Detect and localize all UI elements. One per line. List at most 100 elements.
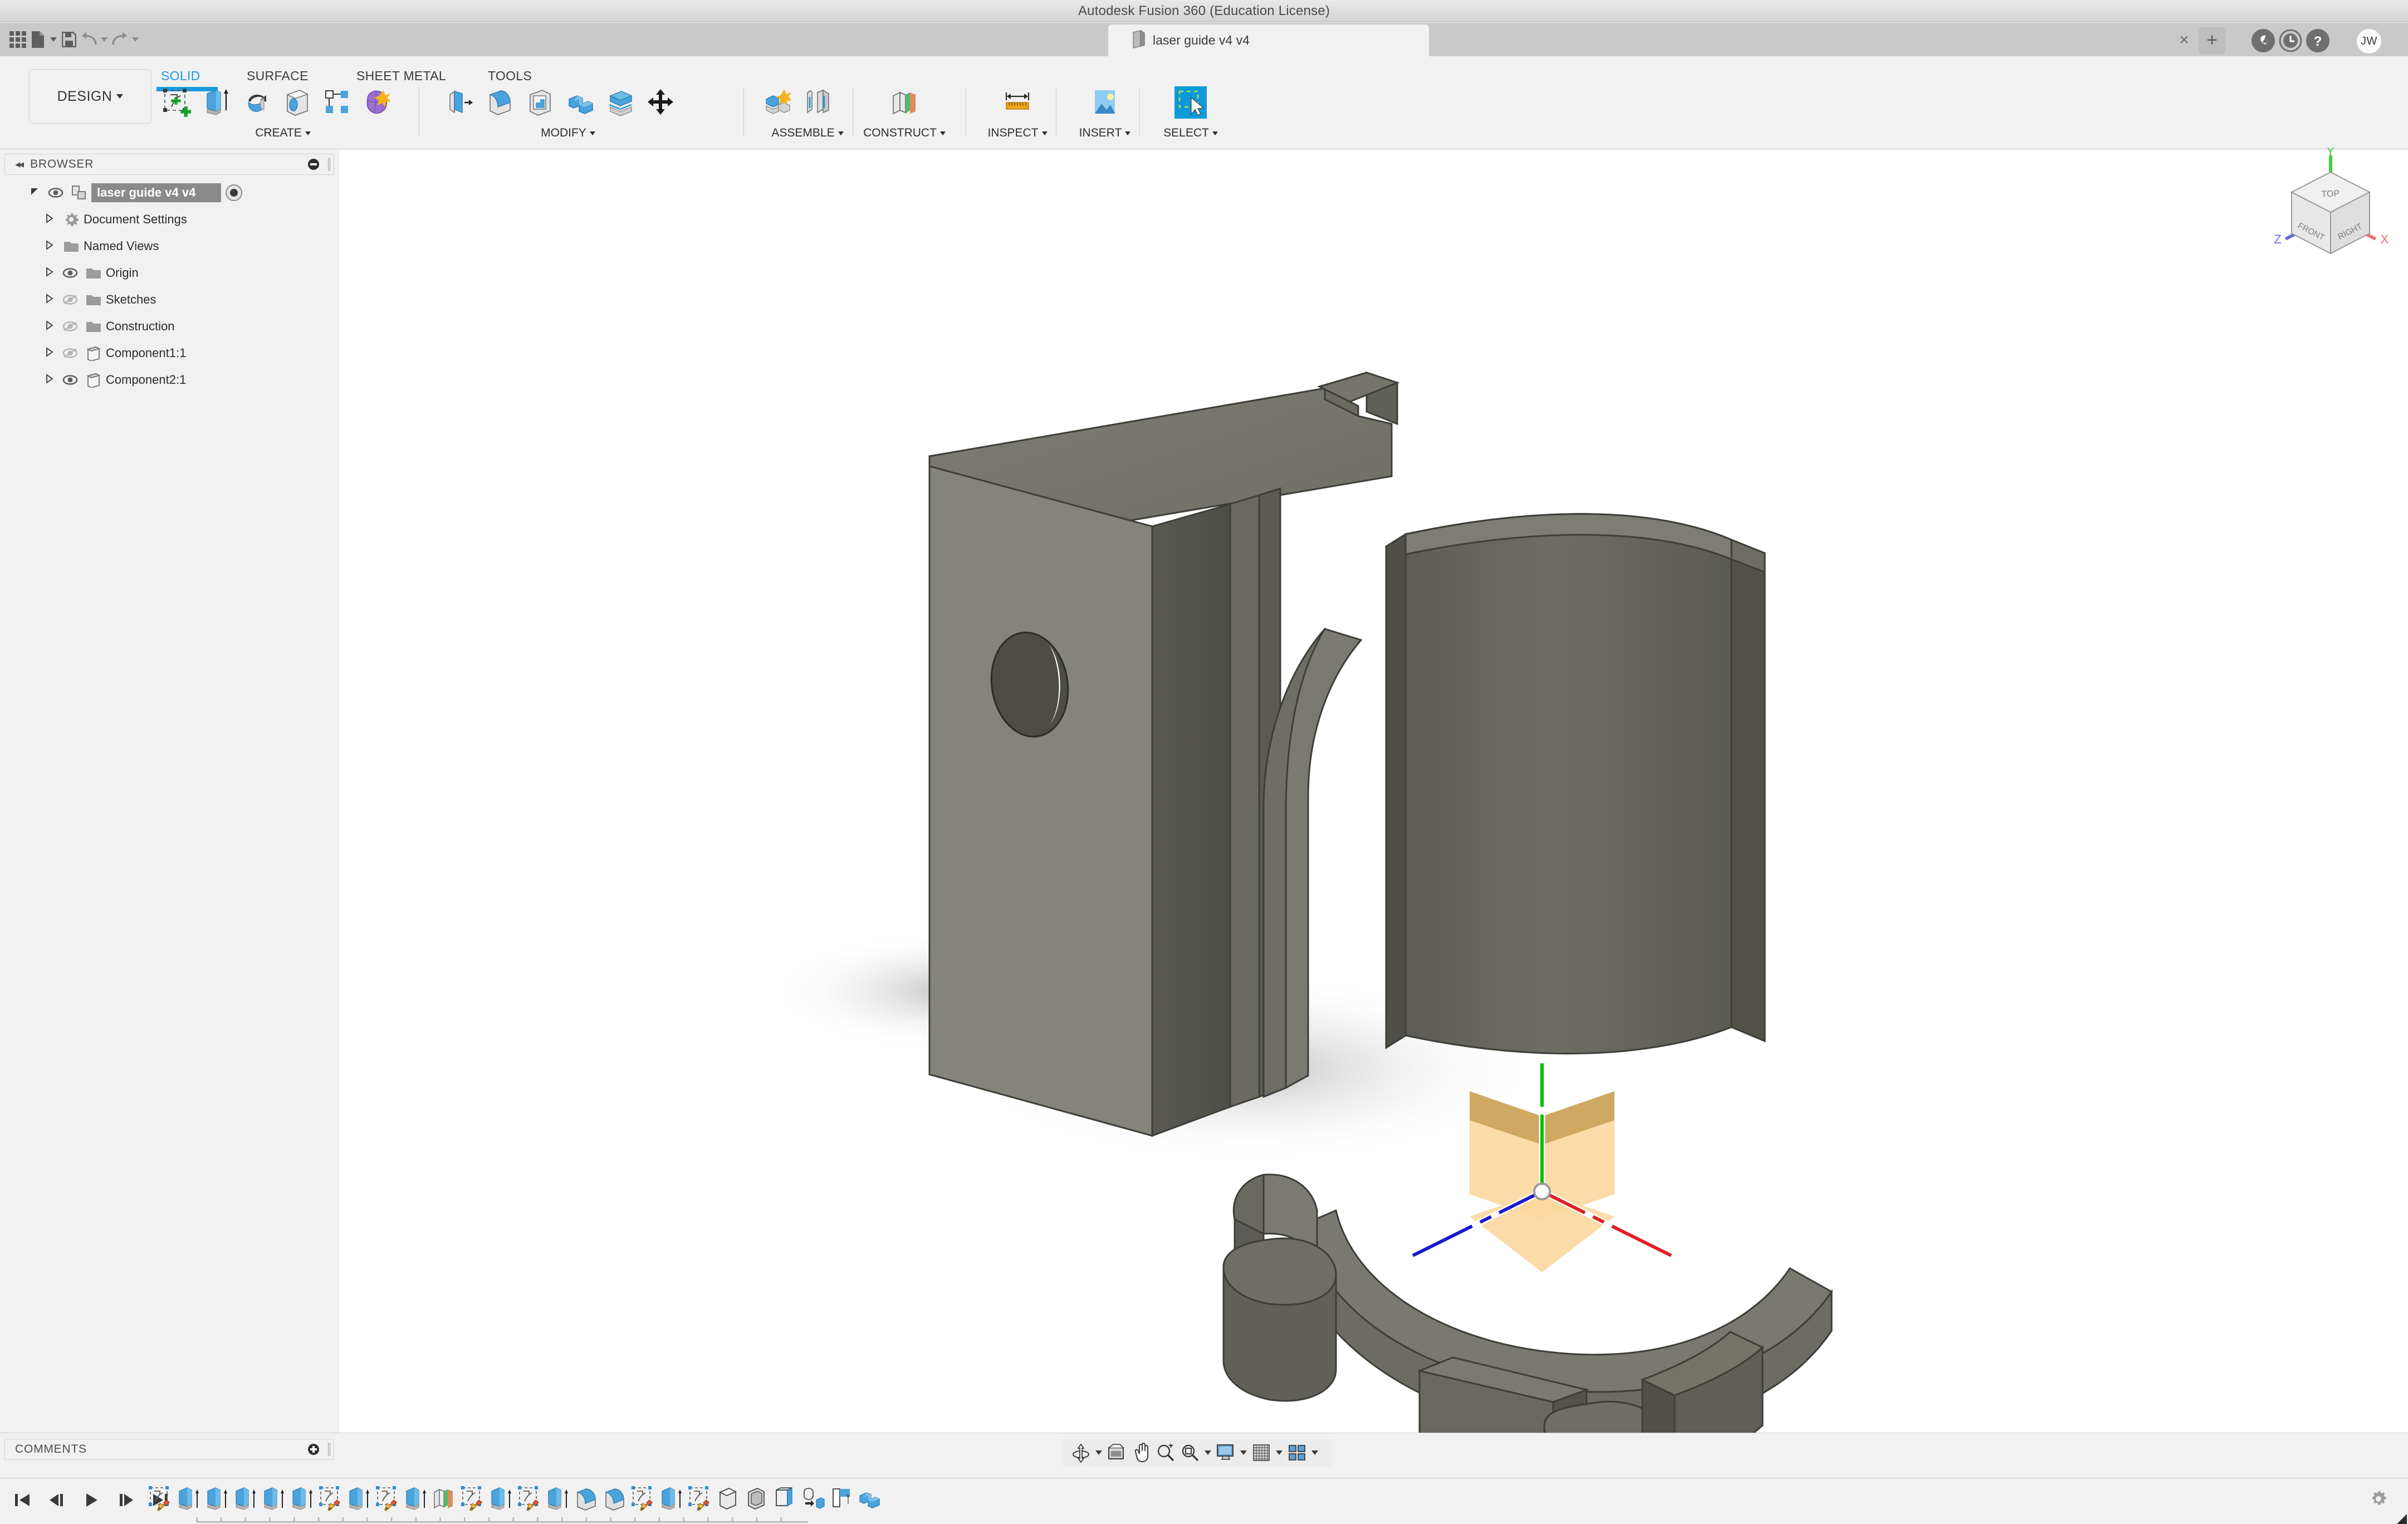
viewports-icon[interactable]	[1285, 1440, 1309, 1465]
new-tab-icon[interactable]: +	[2199, 27, 2225, 54]
grid-dropdown-icon[interactable]	[1274, 1440, 1285, 1465]
visibility-toggle-icon[interactable]	[59, 294, 81, 305]
rectangular-pattern-icon[interactable]	[317, 83, 358, 122]
viewports-dropdown-icon[interactable]	[1309, 1440, 1320, 1465]
offset-plane-icon[interactable]	[884, 83, 924, 122]
split-face-icon[interactable]	[600, 83, 640, 122]
undo-icon[interactable]	[79, 26, 99, 53]
document-tab[interactable]: laser guide v4 v4	[1108, 25, 1429, 56]
expand-arrow-icon[interactable]	[40, 346, 59, 360]
fillet-feature-icon[interactable]	[572, 1484, 600, 1514]
expand-arrow-icon[interactable]	[40, 293, 59, 306]
zoom-icon[interactable]	[1153, 1440, 1178, 1465]
combine-icon[interactable]	[560, 83, 600, 122]
chevron-down-icon[interactable]	[589, 131, 595, 135]
extrude-feature-icon[interactable]	[288, 1484, 316, 1514]
activate-component-radio[interactable]	[226, 184, 243, 201]
fillet-icon[interactable]	[480, 83, 520, 122]
move-copy-icon[interactable]	[640, 83, 681, 122]
extrude-feature-icon[interactable]	[657, 1484, 686, 1514]
ribbon-group-assemble-label[interactable]: ASSEMBLE	[757, 126, 858, 140]
chevron-down-icon[interactable]	[1125, 131, 1131, 135]
ribbon-group-modify-label[interactable]: MODIFY	[440, 126, 696, 140]
extrude-feature-icon[interactable]	[345, 1484, 373, 1514]
view-cube[interactable]: Y Z X TOP FRONT RIGHT	[2261, 144, 2400, 259]
fit-icon[interactable]	[1178, 1440, 1202, 1465]
extrude-feature-icon[interactable]	[260, 1484, 288, 1514]
grid-snaps-icon[interactable]	[1249, 1440, 1274, 1465]
redo-dropdown-icon[interactable]	[130, 26, 140, 53]
sketch-feature-icon[interactable]	[316, 1484, 345, 1514]
orbit-icon[interactable]	[1069, 1440, 1093, 1465]
tree-item-sketches[interactable]: Sketches	[4, 286, 334, 313]
revolve-icon[interactable]	[237, 83, 277, 122]
new-component-icon[interactable]	[757, 83, 797, 122]
timeline-settings-icon[interactable]	[2369, 1489, 2388, 1508]
measure-icon[interactable]	[997, 83, 1037, 122]
create-sketch-icon[interactable]	[157, 83, 197, 122]
close-icon[interactable]: ×	[2175, 32, 2194, 51]
sketch-feature-icon[interactable]	[458, 1484, 487, 1514]
fillet-feature-icon[interactable]	[600, 1484, 629, 1514]
orbit-dropdown-icon[interactable]	[1093, 1440, 1104, 1465]
save-icon[interactable]	[58, 26, 79, 53]
visibility-toggle-icon[interactable]	[45, 187, 67, 198]
fit-dropdown-icon[interactable]	[1202, 1440, 1213, 1465]
canvas-3d-viewport[interactable]	[339, 150, 2408, 1433]
extrude-feature-icon[interactable]	[203, 1484, 231, 1514]
help-icon[interactable]: ?	[2306, 29, 2329, 52]
sketch-feature-icon[interactable]	[373, 1484, 402, 1514]
plane-feature-icon[interactable]	[430, 1484, 458, 1514]
comments-grip-handle[interactable]	[328, 1443, 330, 1456]
expand-arrow-icon[interactable]	[40, 266, 59, 280]
extrude-feature-icon[interactable]	[487, 1484, 515, 1514]
ribbon-group-insert-label[interactable]: INSERT	[1072, 126, 1138, 140]
display-dropdown-icon[interactable]	[1238, 1440, 1249, 1465]
avatar[interactable]: JW	[2357, 29, 2381, 53]
move-copy-feature-icon[interactable]	[799, 1484, 828, 1514]
file-dropdown-icon[interactable]	[48, 26, 58, 53]
expand-arrow-icon[interactable]	[40, 213, 59, 226]
sketch-feature-icon[interactable]	[146, 1484, 174, 1514]
browser-minimize-icon[interactable]	[308, 159, 319, 170]
display-settings-icon[interactable]	[1213, 1440, 1238, 1465]
visibility-toggle-icon[interactable]	[59, 321, 81, 332]
tree-item-component2[interactable]: Component2:1	[4, 367, 334, 393]
redo-icon[interactable]	[110, 26, 130, 53]
tree-item-component1[interactable]: Component1:1	[4, 340, 334, 367]
sketch-feature-icon[interactable]	[686, 1484, 714, 1514]
extrude-icon[interactable]	[197, 83, 237, 122]
tree-item-document-settings[interactable]: Document Settings	[4, 206, 334, 233]
pan-icon[interactable]	[1129, 1440, 1153, 1465]
expand-arrow-icon[interactable]	[40, 320, 59, 333]
expand-arrow-icon[interactable]	[40, 373, 59, 387]
play-icon[interactable]	[79, 1487, 104, 1513]
tree-item-named-views[interactable]: Named Views	[4, 233, 334, 260]
file-icon[interactable]	[28, 26, 48, 53]
tools-icon[interactable]	[2252, 29, 2275, 52]
expand-arrow-icon[interactable]	[40, 240, 59, 253]
go-to-beginning-icon[interactable]	[10, 1487, 35, 1513]
timeline-track[interactable]	[146, 1516, 859, 1523]
insert-image-icon[interactable]	[1085, 83, 1125, 122]
ribbon-tab-surface[interactable]: SURFACE	[247, 69, 309, 84]
add-comment-icon[interactable]	[308, 1444, 319, 1455]
tree-item-origin[interactable]: Origin	[4, 260, 334, 286]
ribbon-tab-solid[interactable]: SOLID	[161, 69, 200, 84]
chevron-down-icon[interactable]	[939, 131, 946, 135]
visibility-toggle-icon[interactable]	[59, 348, 81, 359]
tree-item-root[interactable]: laser guide v4 v4	[4, 179, 334, 206]
body-feature-icon[interactable]	[714, 1484, 742, 1514]
visibility-toggle-icon[interactable]	[59, 374, 81, 385]
look-at-icon[interactable]	[1104, 1440, 1129, 1465]
extrude-feature-icon[interactable]	[231, 1484, 260, 1514]
extrude-feature-icon[interactable]	[402, 1484, 430, 1514]
collapse-browser-icon[interactable]: ◂◂	[15, 158, 24, 171]
timeline-marker[interactable]	[845, 1482, 851, 1517]
chevron-down-icon[interactable]	[1041, 131, 1048, 135]
ribbon-tab-sheet-metal[interactable]: SHEET METAL	[356, 69, 446, 84]
offset-feature-icon[interactable]	[771, 1484, 799, 1514]
browser-grip-handle[interactable]	[328, 158, 330, 171]
select-icon[interactable]	[1171, 83, 1211, 122]
ribbon-group-construct-label[interactable]: CONSTRUCT	[863, 126, 946, 140]
